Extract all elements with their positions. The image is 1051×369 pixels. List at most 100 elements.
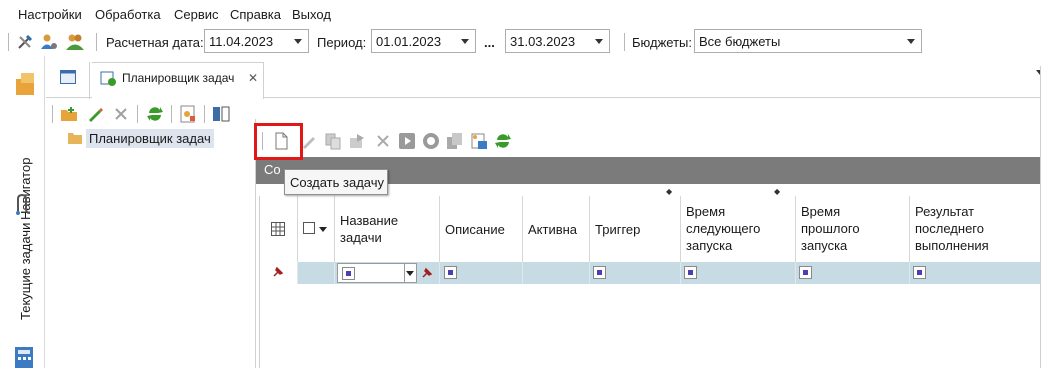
refresh-icon[interactable] [146, 105, 164, 123]
run-task-icon[interactable] [398, 132, 416, 150]
create-task-highlight [254, 123, 303, 160]
delete-icon[interactable] [112, 105, 130, 123]
filter-description-cell[interactable] [440, 262, 523, 284]
menu-settings[interactable]: Настройки [18, 7, 82, 22]
col-header-next-run-label: Время следующего запуска [686, 204, 761, 253]
export-icon[interactable] [470, 132, 488, 150]
filter-condition-icon[interactable] [342, 267, 355, 280]
filter-condition-icon[interactable] [444, 266, 457, 279]
budgets-combo[interactable]: Все бюджеты [694, 29, 922, 53]
user-settings-icon[interactable] [40, 33, 58, 51]
tree-item-task-scheduler[interactable]: Планировщик задач [66, 129, 221, 149]
select-all-checkbox[interactable] [303, 222, 315, 234]
chevron-down-icon [907, 39, 915, 44]
stop-task-icon[interactable] [422, 132, 440, 150]
col-header-name-label: Название задачи [340, 213, 399, 245]
column-resize-marker: ◆ [774, 187, 781, 196]
filter-trigger-cell[interactable] [590, 262, 681, 284]
tab-task-scheduler[interactable]: Планировщик задач ✕ [92, 62, 264, 99]
period-from-combo[interactable]: 01.01.2023 [371, 29, 476, 53]
close-icon[interactable]: ✕ [248, 71, 258, 85]
settings-sheet-icon[interactable] [179, 105, 197, 123]
vertical-scrollbar[interactable] [1040, 66, 1051, 368]
current-tasks-tab[interactable]: Текущие задачи [18, 223, 33, 320]
move-task-icon[interactable] [348, 132, 366, 150]
filter-pin-icon[interactable] [421, 267, 433, 279]
period-to-combo[interactable]: 31.03.2023 [505, 29, 610, 53]
edit-pencil-icon[interactable] [86, 105, 104, 123]
budgets-label: Бюджеты: [632, 35, 692, 50]
filter-row [260, 262, 1048, 284]
col-header-description-label: Описание [445, 222, 505, 237]
filter-last-result-cell[interactable] [910, 262, 1048, 284]
navigator-icon[interactable] [16, 73, 34, 95]
menu-processing[interactable]: Обработка [95, 7, 161, 22]
grid-settings-cell[interactable] [260, 196, 298, 262]
add-folder-icon[interactable] [60, 105, 78, 123]
col-header-last-run[interactable]: Время прошлого запуска [796, 196, 910, 262]
users-icon[interactable] [66, 33, 84, 51]
calc-date-label: Расчетная дата: [106, 35, 204, 50]
col-header-trigger-label: Триггер [595, 222, 641, 237]
calculator-icon[interactable] [15, 347, 33, 368]
content-area: Планировщик задач Со ◆ ◆ Название задачи… [46, 99, 1051, 368]
tab-home[interactable] [46, 62, 90, 99]
filter-condition-icon[interactable] [913, 266, 926, 279]
history-icon[interactable] [446, 132, 464, 150]
filter-next-run-cell[interactable] [681, 262, 796, 284]
filter-last-run-cell[interactable] [796, 262, 910, 284]
window-icon [60, 70, 76, 84]
tree-item-label: Планировщик задач [86, 129, 214, 148]
col-header-last-result-label: Результат последнего выполнения [915, 204, 989, 253]
copy-task-icon[interactable] [324, 132, 342, 150]
tree-panel: Планировщик задач [46, 129, 254, 369]
period-label: Период: [317, 35, 367, 50]
filter-active-cell[interactable] [523, 262, 590, 284]
tools-icon[interactable] [16, 33, 34, 51]
panel-layout-icon[interactable] [212, 105, 230, 123]
tasks-pane: Со ◆ ◆ Название задачи Описание Активна [255, 119, 1051, 368]
col-header-last-result[interactable]: Результат последнего выполнения [910, 196, 1044, 262]
col-header-last-run-label: Время прошлого запуска [801, 204, 860, 253]
create-task-tooltip: Создать задачу [284, 169, 388, 195]
calc-date-combo[interactable]: 11.04.2023 [204, 29, 309, 53]
select-all-cell[interactable] [298, 196, 335, 262]
filter-select-cell [298, 262, 335, 284]
refresh-tasks-icon[interactable] [494, 132, 512, 150]
tab-task-scheduler-label: Планировщик задач [122, 71, 235, 85]
delete-task-icon[interactable] [374, 132, 392, 150]
chevron-down-icon[interactable] [319, 227, 327, 232]
document-tab-strip: Планировщик задач ✕ [46, 56, 1051, 99]
col-header-next-run[interactable]: Время следующего запуска [681, 196, 796, 262]
menu-exit[interactable]: Выход [292, 7, 331, 22]
left-rail: Навигатор Текущие задачи [0, 56, 45, 368]
col-header-trigger[interactable]: Триггер [590, 196, 681, 262]
filter-name-cell[interactable] [335, 262, 440, 284]
column-resize-marker: ◆ [666, 187, 673, 196]
folder-icon [68, 133, 82, 144]
filter-clear-cell[interactable] [260, 262, 298, 284]
period-to-value: 31.03.2023 [510, 34, 576, 49]
chevron-down-icon [406, 271, 414, 276]
chevron-down-icon [461, 39, 469, 44]
main-toolbar: Расчетная дата: 11.04.2023 Период: 01.01… [0, 29, 1051, 56]
menu-service[interactable]: Сервис [174, 7, 219, 22]
tasks-grid: Название задачи Описание Активна Триггер… [259, 196, 1048, 368]
menu-bar: Настройки Обработка Сервис Справка Выход [0, 0, 1051, 29]
chevron-down-icon [595, 39, 603, 44]
group-panel-text: Со [264, 162, 281, 177]
filter-pin-icon[interactable] [272, 266, 284, 278]
current-tasks-icon[interactable] [14, 193, 34, 215]
filter-name-input[interactable] [337, 263, 417, 283]
calc-date-value: 11.04.2023 [209, 34, 274, 49]
filter-condition-icon[interactable] [593, 266, 606, 279]
menu-help[interactable]: Справка [230, 7, 281, 22]
chevron-down-icon [294, 39, 302, 44]
filter-condition-icon[interactable] [684, 266, 697, 279]
col-header-active[interactable]: Активна [523, 196, 590, 262]
col-header-description[interactable]: Описание [440, 196, 523, 262]
filter-condition-icon[interactable] [799, 266, 812, 279]
grid-layout-icon[interactable] [271, 222, 285, 236]
col-header-name[interactable]: Название задачи [335, 196, 440, 262]
budgets-value: Все бюджеты [699, 34, 781, 49]
